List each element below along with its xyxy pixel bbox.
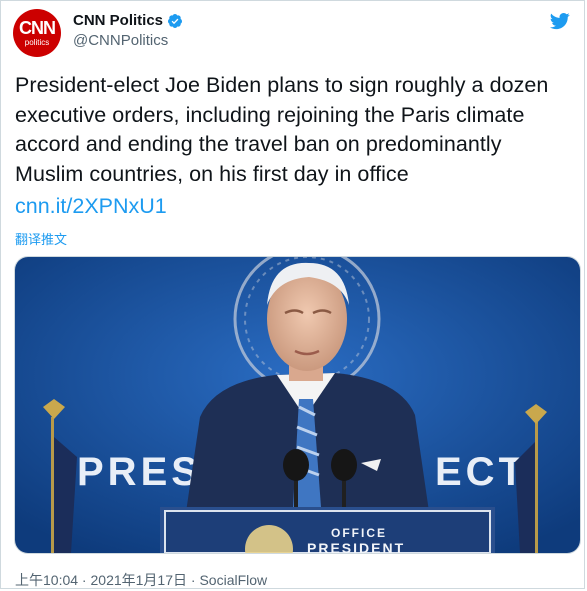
tweet-text-line: President-elect Joe Biden plans to sign … [15,73,549,97]
tweet-media-image[interactable]: PRES ECT OFFICE PRESIDENT [14,256,581,554]
tweet-link[interactable]: cnn.it/2XPNxU1 [15,194,167,219]
tweet-date[interactable]: 2021年1月17日 [91,572,188,588]
podium-text-president: PRESIDENT [307,540,405,553]
display-name[interactable]: CNN Politics [73,12,163,29]
avatar[interactable]: CNN politics [13,9,61,57]
podium-text-office: OFFICE [331,526,387,540]
tweet-header: CNN politics CNN Politics @CNNPolitics [13,9,572,59]
account-names: CNN Politics @CNNPolitics [73,12,183,49]
tweet-metadata: 上午10:04 · 2021年1月17日 · SocialFlow [15,570,267,590]
tweet-text-line: Muslim countries, on his first day in of… [15,161,409,186]
meta-separator: · [187,572,200,588]
press-conference-photo: PRES ECT OFFICE PRESIDENT [15,257,580,553]
avatar-logo-text: CNN [19,18,56,38]
tweet-text-line: accord and ending the travel ban on pred… [15,132,502,156]
backdrop-text-left: PRES [77,450,202,494]
backdrop-text-right: ECT [435,450,527,494]
meta-separator: · [78,572,91,588]
verified-badge-icon [168,13,183,28]
tweet-source[interactable]: SocialFlow [199,572,267,588]
tweet-time[interactable]: 上午10:04 [15,572,78,588]
translate-tweet-link[interactable]: 翻译推文 [15,229,67,248]
avatar-logo-subtext: politics [24,38,50,47]
tweet-text-line: executive orders, including rejoining th… [15,102,525,127]
display-name-row: CNN Politics [73,12,183,29]
twitter-bird-icon[interactable] [550,11,570,31]
tweet-text: President-elect Joe Biden plans to sign … [15,71,580,189]
account-handle[interactable]: @CNNPolitics [73,32,183,49]
tweet-card: CNN politics CNN Politics @CNNPolitics P… [0,0,585,589]
